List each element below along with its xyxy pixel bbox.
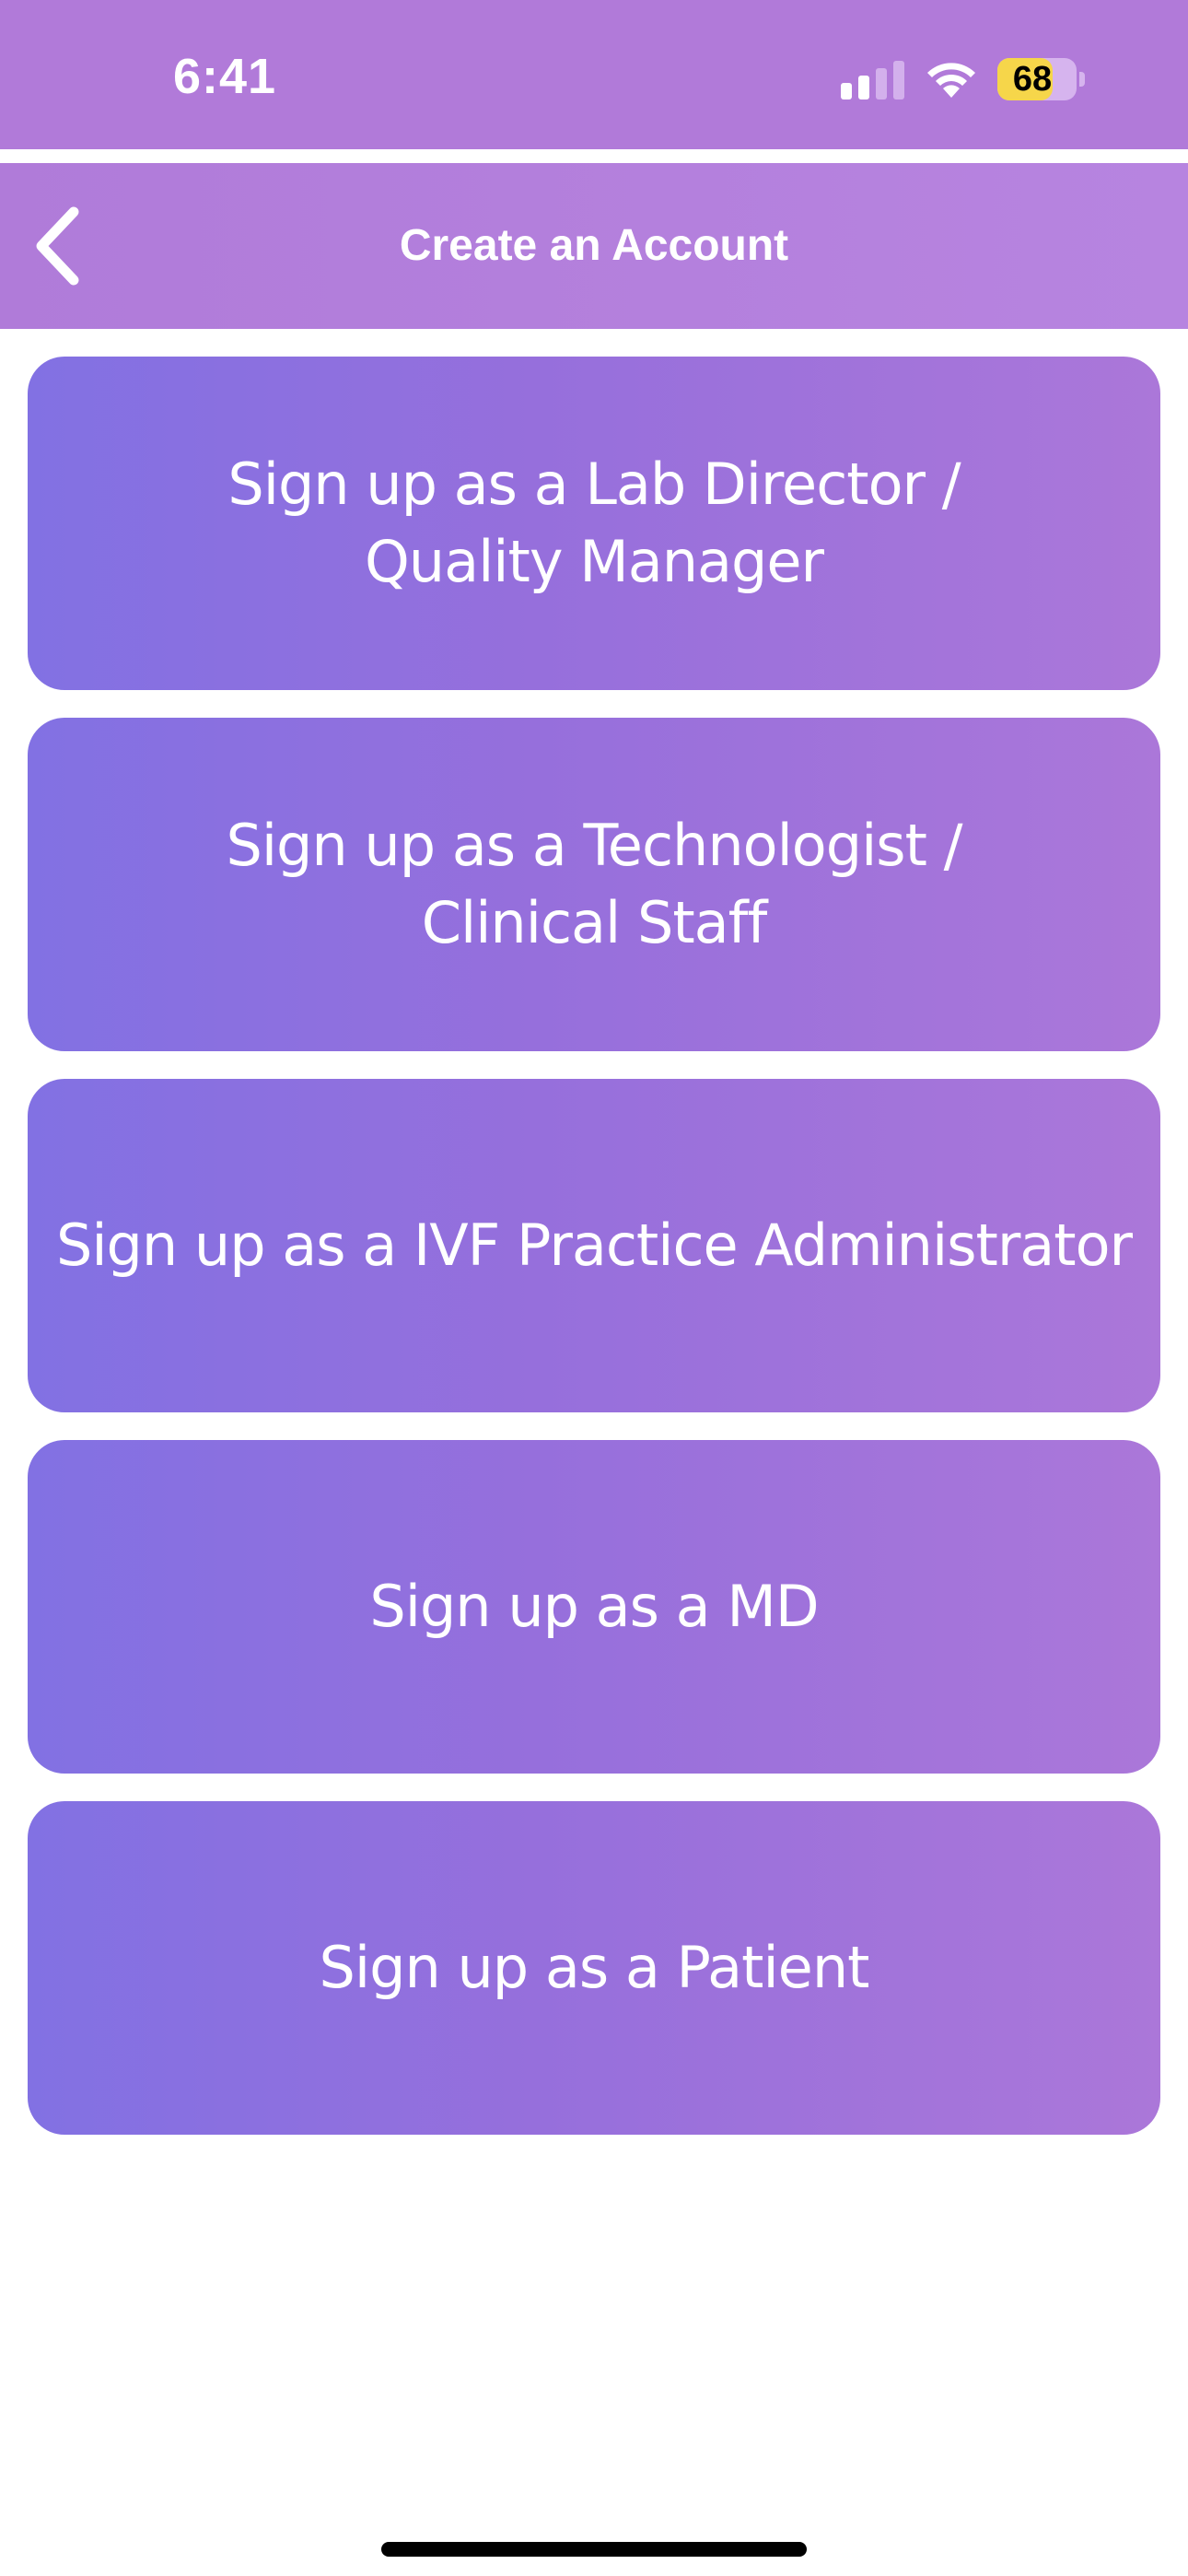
battery-cap [1079,72,1085,87]
page-title: Create an Account [399,221,789,270]
signup-patient-button[interactable]: Sign up as a Patient [28,1801,1160,2135]
signup-md-button[interactable]: Sign up as a MD [28,1440,1160,1774]
option-label: Sign up as a Patient [319,1934,870,2001]
option-label: Sign up as a IVF Practice Administrator [55,1212,1133,1279]
back-button[interactable] [28,205,101,287]
battery-icon: 68 [997,58,1077,100]
chevron-left-icon [36,206,79,286]
option-label: Sign up as a Lab Director / Quality Mana… [227,451,961,595]
wifi-icon [927,63,975,98]
status-time: 6:41 [173,49,277,104]
home-indicator[interactable] [381,2542,807,2557]
cellular-signal-icon [841,61,905,100]
option-label: Sign up as a MD [369,1573,819,1640]
battery-percentage: 68 [1012,60,1053,99]
status-bar: 6:41 68 [0,0,1188,149]
signup-technologist-button[interactable]: Sign up as a Technologist / Clinical Sta… [28,718,1160,1051]
signup-ivf-administrator-button[interactable]: Sign up as a IVF Practice Administrator [28,1079,1160,1412]
option-label: Sign up as a Technologist / Clinical Sta… [226,812,962,956]
signup-options-list: Sign up as a Lab Director / Quality Mana… [28,357,1160,2162]
signup-lab-director-button[interactable]: Sign up as a Lab Director / Quality Mana… [28,357,1160,690]
navigation-bar: Create an Account [0,163,1188,329]
